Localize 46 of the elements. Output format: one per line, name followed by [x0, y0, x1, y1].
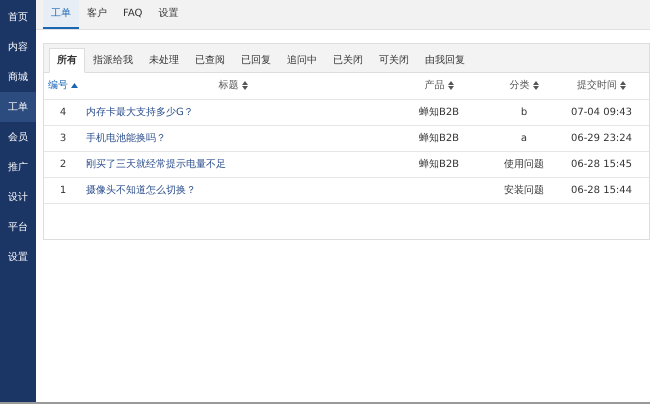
nav-tab[interactable]: FAQ	[115, 0, 150, 29]
column-header[interactable]: 提交时间	[577, 78, 626, 94]
nav-tab[interactable]: 工单	[43, 0, 79, 29]
table-cell: 安装问题	[504, 184, 544, 196]
filter-tab[interactable]: 指派给我	[85, 48, 141, 73]
sidebar-item[interactable]: 首页	[0, 2, 36, 32]
ticket-title-link[interactable]: 手机电池能换吗？	[86, 132, 166, 144]
table-cell: 蝉知B2B	[418, 106, 460, 118]
column-header[interactable]: 编号	[48, 78, 78, 94]
table-cell: 4	[60, 106, 66, 118]
table-cell: 2	[60, 158, 66, 170]
sidebar-item[interactable]: 会员	[0, 122, 36, 152]
sidebar-item[interactable]: 工单	[0, 92, 36, 122]
sidebar-item[interactable]: 内容	[0, 32, 36, 62]
table-cell: b	[520, 106, 528, 118]
ticket-title-link[interactable]: 内存卡最大支持多少G？	[86, 106, 194, 118]
table-cell: 蝉知B2B	[418, 158, 460, 170]
sidebar-item[interactable]: 设计	[0, 182, 36, 212]
column-header[interactable]: 分类	[510, 78, 538, 94]
sidebar-item[interactable]: 平台	[0, 212, 36, 242]
table-cell: 使用问题	[504, 158, 544, 170]
column-header[interactable]: 产品	[424, 78, 454, 94]
table-cell: 06-28 15:45	[570, 158, 632, 170]
nav-tab[interactable]: 设置	[150, 0, 186, 29]
table-cell: 1	[60, 184, 66, 196]
filter-tab[interactable]: 未处理	[141, 48, 187, 73]
table-cell: 3	[60, 132, 66, 144]
filter-tab[interactable]: 所有	[49, 48, 85, 73]
table-cell: 07-04 09:43	[570, 106, 632, 118]
ticket-title-link[interactable]: 刚买了三天就经常提示电量不足	[86, 158, 226, 170]
table-cell: 蝉知B2B	[418, 132, 460, 144]
filter-tab[interactable]: 追问中	[279, 48, 325, 73]
ticket-title-link[interactable]: 摄像头不知道怎么切换？	[86, 184, 196, 196]
filter-tab[interactable]: 已回复	[233, 48, 279, 73]
filter-tab[interactable]: 可关闭	[371, 48, 417, 73]
table-cell: 06-29 23:24	[570, 132, 632, 144]
sidebar-item[interactable]: 商城	[0, 62, 36, 92]
filter-tab[interactable]: 已查阅	[187, 48, 233, 73]
table-cell: 06-28 15:44	[570, 184, 632, 196]
filter-tab[interactable]: 已关闭	[325, 48, 371, 73]
table-cell: a	[520, 132, 528, 144]
nav-tab[interactable]: 客户	[79, 0, 115, 29]
sidebar-item[interactable]: 推广	[0, 152, 36, 182]
filter-tab[interactable]: 由我回复	[417, 48, 473, 73]
column-header[interactable]: 标题	[218, 78, 248, 94]
sidebar-item[interactable]: 设置	[0, 242, 36, 272]
